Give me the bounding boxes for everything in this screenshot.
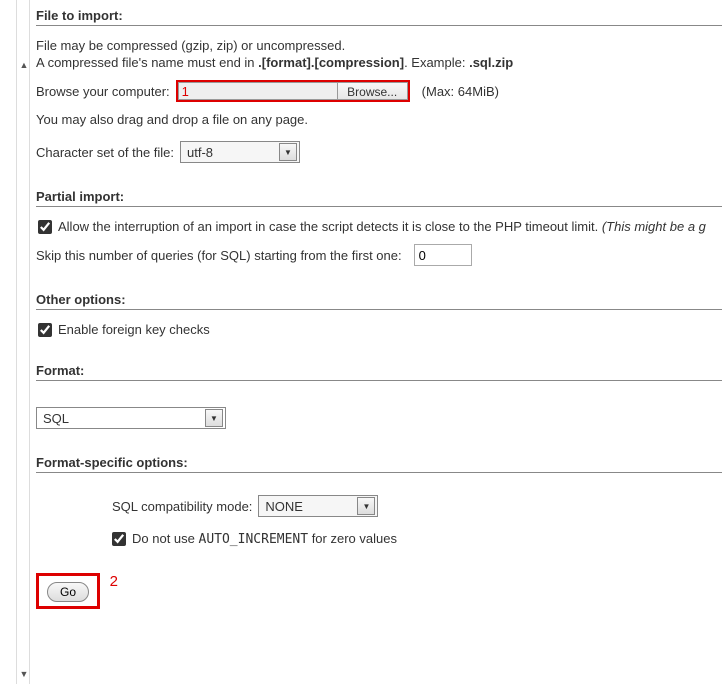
charset-label: Character set of the file:: [36, 145, 174, 160]
format-compression-pattern: .[format].[compression]: [258, 55, 404, 70]
chevron-down-icon: ▼: [205, 409, 223, 427]
max-size-label: (Max: 64MiB): [422, 84, 499, 99]
allow-interruption-label: Allow the interruption of an import in c…: [58, 219, 706, 234]
no-auto-increment-label: Do not use AUTO_INCREMENT for zero value…: [132, 531, 397, 547]
other-options-heading: Other options:: [36, 292, 722, 310]
format-heading: Format:: [36, 363, 722, 381]
sql-compat-label: SQL compatibility mode:: [112, 499, 252, 514]
chevron-down-icon: ▼: [279, 143, 297, 161]
charset-value: utf-8: [187, 145, 213, 160]
drag-drop-hint: You may also drag and drop a file on any…: [36, 112, 722, 127]
vertical-scrollbar[interactable]: ▲ ▼: [16, 0, 30, 684]
annotation-2: 2: [110, 573, 118, 590]
no-auto-increment-checkbox[interactable]: [112, 532, 126, 546]
file-to-import-heading: File to import:: [36, 8, 722, 26]
partial-import-section: Partial import: Allow the interruption o…: [36, 189, 722, 266]
compress-example: .sql.zip: [469, 55, 513, 70]
file-input-group[interactable]: 1 Browse...: [176, 80, 410, 102]
file-to-import-section: File to import: File may be compressed (…: [36, 8, 722, 163]
foreign-key-label: Enable foreign key checks: [58, 322, 210, 337]
allow-interruption-hint: (This might be a g: [602, 219, 706, 234]
no-auto-a: Do not use: [132, 531, 199, 546]
other-options-section: Other options: Enable foreign key checks: [36, 292, 722, 337]
format-specific-section: Format-specific options: SQL compatibili…: [36, 455, 722, 547]
scroll-down-arrow-icon[interactable]: ▼: [19, 669, 29, 679]
format-section: Format: SQL ▼: [36, 363, 722, 429]
format-select[interactable]: SQL ▼: [36, 407, 226, 429]
format-value: SQL: [43, 411, 69, 426]
go-button-highlight: Go: [36, 573, 100, 609]
auto-increment-code: AUTO_INCREMENT: [199, 532, 309, 547]
browse-button[interactable]: Browse...: [338, 82, 408, 100]
format-specific-heading: Format-specific options:: [36, 455, 722, 473]
compress-info-line2b: . Example:: [404, 55, 469, 70]
sql-compat-value: NONE: [265, 499, 303, 514]
file-path-field[interactable]: 1: [178, 82, 338, 100]
compress-info-line2: A compressed file's name must end in .[f…: [36, 55, 722, 70]
chevron-down-icon: ▼: [357, 497, 375, 515]
allow-interruption-text: Allow the interruption of an import in c…: [58, 219, 602, 234]
sql-compat-select[interactable]: NONE ▼: [258, 495, 378, 517]
allow-interruption-checkbox[interactable]: [38, 220, 52, 234]
charset-select[interactable]: utf-8 ▼: [180, 141, 300, 163]
compress-info-line2a: A compressed file's name must end in: [36, 55, 258, 70]
skip-queries-label: Skip this number of queries (for SQL) st…: [36, 248, 402, 263]
submit-row: Go 2: [36, 573, 722, 609]
go-button[interactable]: Go: [47, 582, 89, 602]
browse-label: Browse your computer:: [36, 84, 170, 99]
partial-import-heading: Partial import:: [36, 189, 722, 207]
compress-info-line1: File may be compressed (gzip, zip) or un…: [36, 38, 722, 53]
no-auto-b: for zero values: [308, 531, 397, 546]
scroll-up-arrow-icon[interactable]: ▲: [19, 60, 29, 70]
foreign-key-checkbox[interactable]: [38, 323, 52, 337]
skip-queries-input[interactable]: [414, 244, 472, 266]
